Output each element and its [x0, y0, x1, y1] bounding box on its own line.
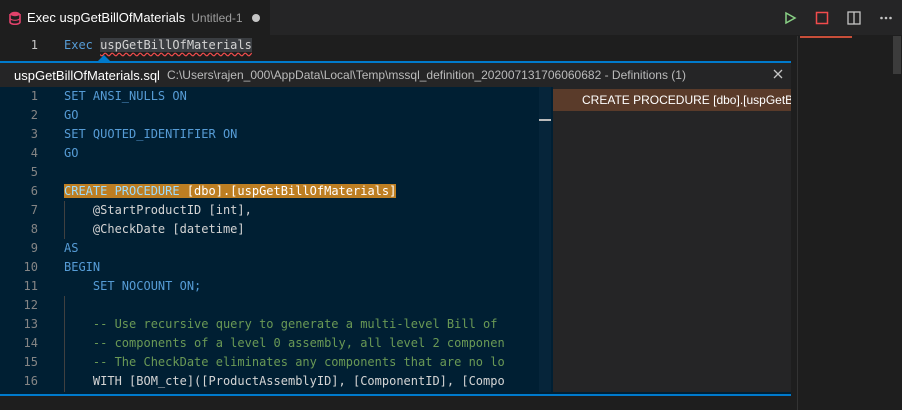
stop-button[interactable]: [806, 0, 838, 35]
peek-file-path: C:\Users\rajen_000\AppData\Local\Temp\ms…: [166, 68, 686, 82]
peek-header: uspGetBillOfMaterials.sql C:\Users\rajen…: [0, 63, 791, 87]
peek-code-area[interactable]: 1 SET ANSI_NULLS ON 2 GO 3 SET QUOTED_IDENTIF…: [0, 87, 551, 392]
run-icon: [785, 11, 797, 24]
split-editor-icon: [847, 10, 861, 25]
line-number: 12: [23, 298, 38, 312]
minimap[interactable]: [797, 36, 902, 410]
code-line[interactable]: Exec uspGetBillOfMaterials: [64, 38, 252, 52]
editor-tab[interactable]: Exec uspGetBillOfMaterials Untitled-1: [0, 0, 270, 35]
procedure-name: [dbo].[uspGetBillOfMaterials]: [186, 184, 397, 198]
code-row[interactable]: 14 -- components of a level 0 assembly, …: [0, 334, 551, 353]
peek-scrollbar[interactable]: [539, 87, 551, 392]
code-row[interactable]: 1 SET ANSI_NULLS ON: [0, 87, 551, 106]
code-text[interactable]: @StartProductID [int],: [64, 203, 252, 217]
tab-title: Exec uspGetBillOfMaterials: [27, 10, 186, 25]
unsaved-dot-icon[interactable]: [251, 13, 260, 22]
stop-icon: [815, 11, 829, 24]
code-row[interactable]: 4 GO: [0, 144, 551, 163]
code-text[interactable]: @CheckDate [datetime]: [64, 222, 245, 236]
line-number: 3: [30, 127, 38, 141]
line-number: 1: [30, 38, 38, 52]
line-number: 7: [30, 203, 38, 217]
close-icon: [773, 69, 783, 79]
create-keyword: CREATE PROCEDURE: [64, 184, 187, 198]
code-row[interactable]: 6 CREATE PROCEDURE [dbo].[uspGetBillOfMat…: [0, 182, 551, 201]
line-number: 6: [30, 184, 38, 198]
line-number: 13: [23, 317, 38, 331]
line-number: 14: [23, 336, 38, 350]
code-row[interactable]: 15 -- The CheckDate eliminates any compo…: [0, 353, 551, 372]
code-row[interactable]: 8 @CheckDate [datetime]: [0, 220, 551, 239]
code-row[interactable]: 5: [0, 163, 551, 182]
line-number: 8: [30, 222, 38, 236]
run-button[interactable]: [774, 0, 806, 35]
code-row[interactable]: 9 AS: [0, 239, 551, 258]
code-text[interactable]: AS: [64, 241, 78, 255]
line-number: 15: [23, 355, 38, 369]
code-row[interactable]: 11 SET NOCOUNT ON;: [0, 277, 551, 296]
line-number: 4: [30, 146, 38, 160]
code-text[interactable]: SET ANSI_NULLS ON: [64, 89, 187, 103]
code-row[interactable]: 13 -- Use recursive query to generate a …: [0, 315, 551, 334]
code-row[interactable]: 12: [0, 296, 551, 315]
code-row[interactable]: 3 SET QUOTED_IDENTIFIER ON: [0, 125, 551, 144]
code-text[interactable]: CREATE PROCEDURE [dbo].[uspGetBillOfMate…: [64, 184, 397, 198]
database-icon: [9, 11, 21, 25]
line-number: 1: [30, 89, 38, 103]
editor-actions: [774, 0, 902, 35]
code-text[interactable]: BEGIN: [64, 260, 100, 274]
code-row[interactable]: 7 @StartProductID [int],: [0, 201, 551, 220]
code-row[interactable]: 10 BEGIN: [0, 258, 551, 277]
code-row[interactable]: 2 GO: [0, 106, 551, 125]
peek-definition-widget: uspGetBillOfMaterials.sql C:\Users\rajen…: [0, 61, 791, 396]
line-number: 10: [23, 260, 38, 274]
code-text[interactable]: -- Use recursive query to generate a mul…: [64, 317, 498, 331]
peek-reference-list: CREATE PROCEDURE [dbo].[uspGetBillOfMate…: [553, 87, 791, 392]
code-text[interactable]: SET NOCOUNT ON;: [64, 279, 201, 293]
line-number: 5: [30, 165, 38, 179]
more-actions-button[interactable]: [870, 0, 902, 35]
peek-reference-item[interactable]: CREATE PROCEDURE [dbo].[uspGetBillOfMate…: [553, 89, 791, 111]
code-text[interactable]: WITH [BOM_cte]([ProductAssemblyID], [Com…: [64, 374, 505, 388]
line-number: 16: [23, 374, 38, 388]
code-text[interactable]: GO: [64, 108, 78, 122]
minimap-error-marker: [800, 36, 852, 38]
code-text[interactable]: -- The CheckDate eliminates any componen…: [64, 355, 505, 369]
editor-scrollbar[interactable]: [893, 36, 901, 74]
exec-keyword: Exec: [64, 38, 93, 52]
more-icon: [880, 16, 892, 19]
line-number: 11: [23, 279, 38, 293]
procedure-identifier[interactable]: uspGetBillOfMaterials: [100, 38, 252, 52]
tab-subtitle: Untitled-1: [191, 10, 243, 25]
split-editor-button[interactable]: [838, 0, 870, 35]
code-row[interactable]: 16 WITH [BOM_cte]([ProductAssemblyID], […: [0, 372, 551, 391]
peek-file-name[interactable]: uspGetBillOfMaterials.sql: [14, 68, 160, 83]
close-peek-button[interactable]: [769, 65, 787, 83]
code-text[interactable]: GO: [64, 146, 78, 160]
line-number: 9: [30, 241, 38, 255]
code-text[interactable]: SET QUOTED_IDENTIFIER ON: [64, 127, 237, 141]
tab-bar: Exec uspGetBillOfMaterials Untitled-1: [0, 0, 902, 35]
line-number: 2: [30, 108, 38, 122]
peek-scrollbar-thumb[interactable]: [539, 119, 551, 121]
code-text[interactable]: -- components of a level 0 assembly, all…: [64, 336, 505, 350]
